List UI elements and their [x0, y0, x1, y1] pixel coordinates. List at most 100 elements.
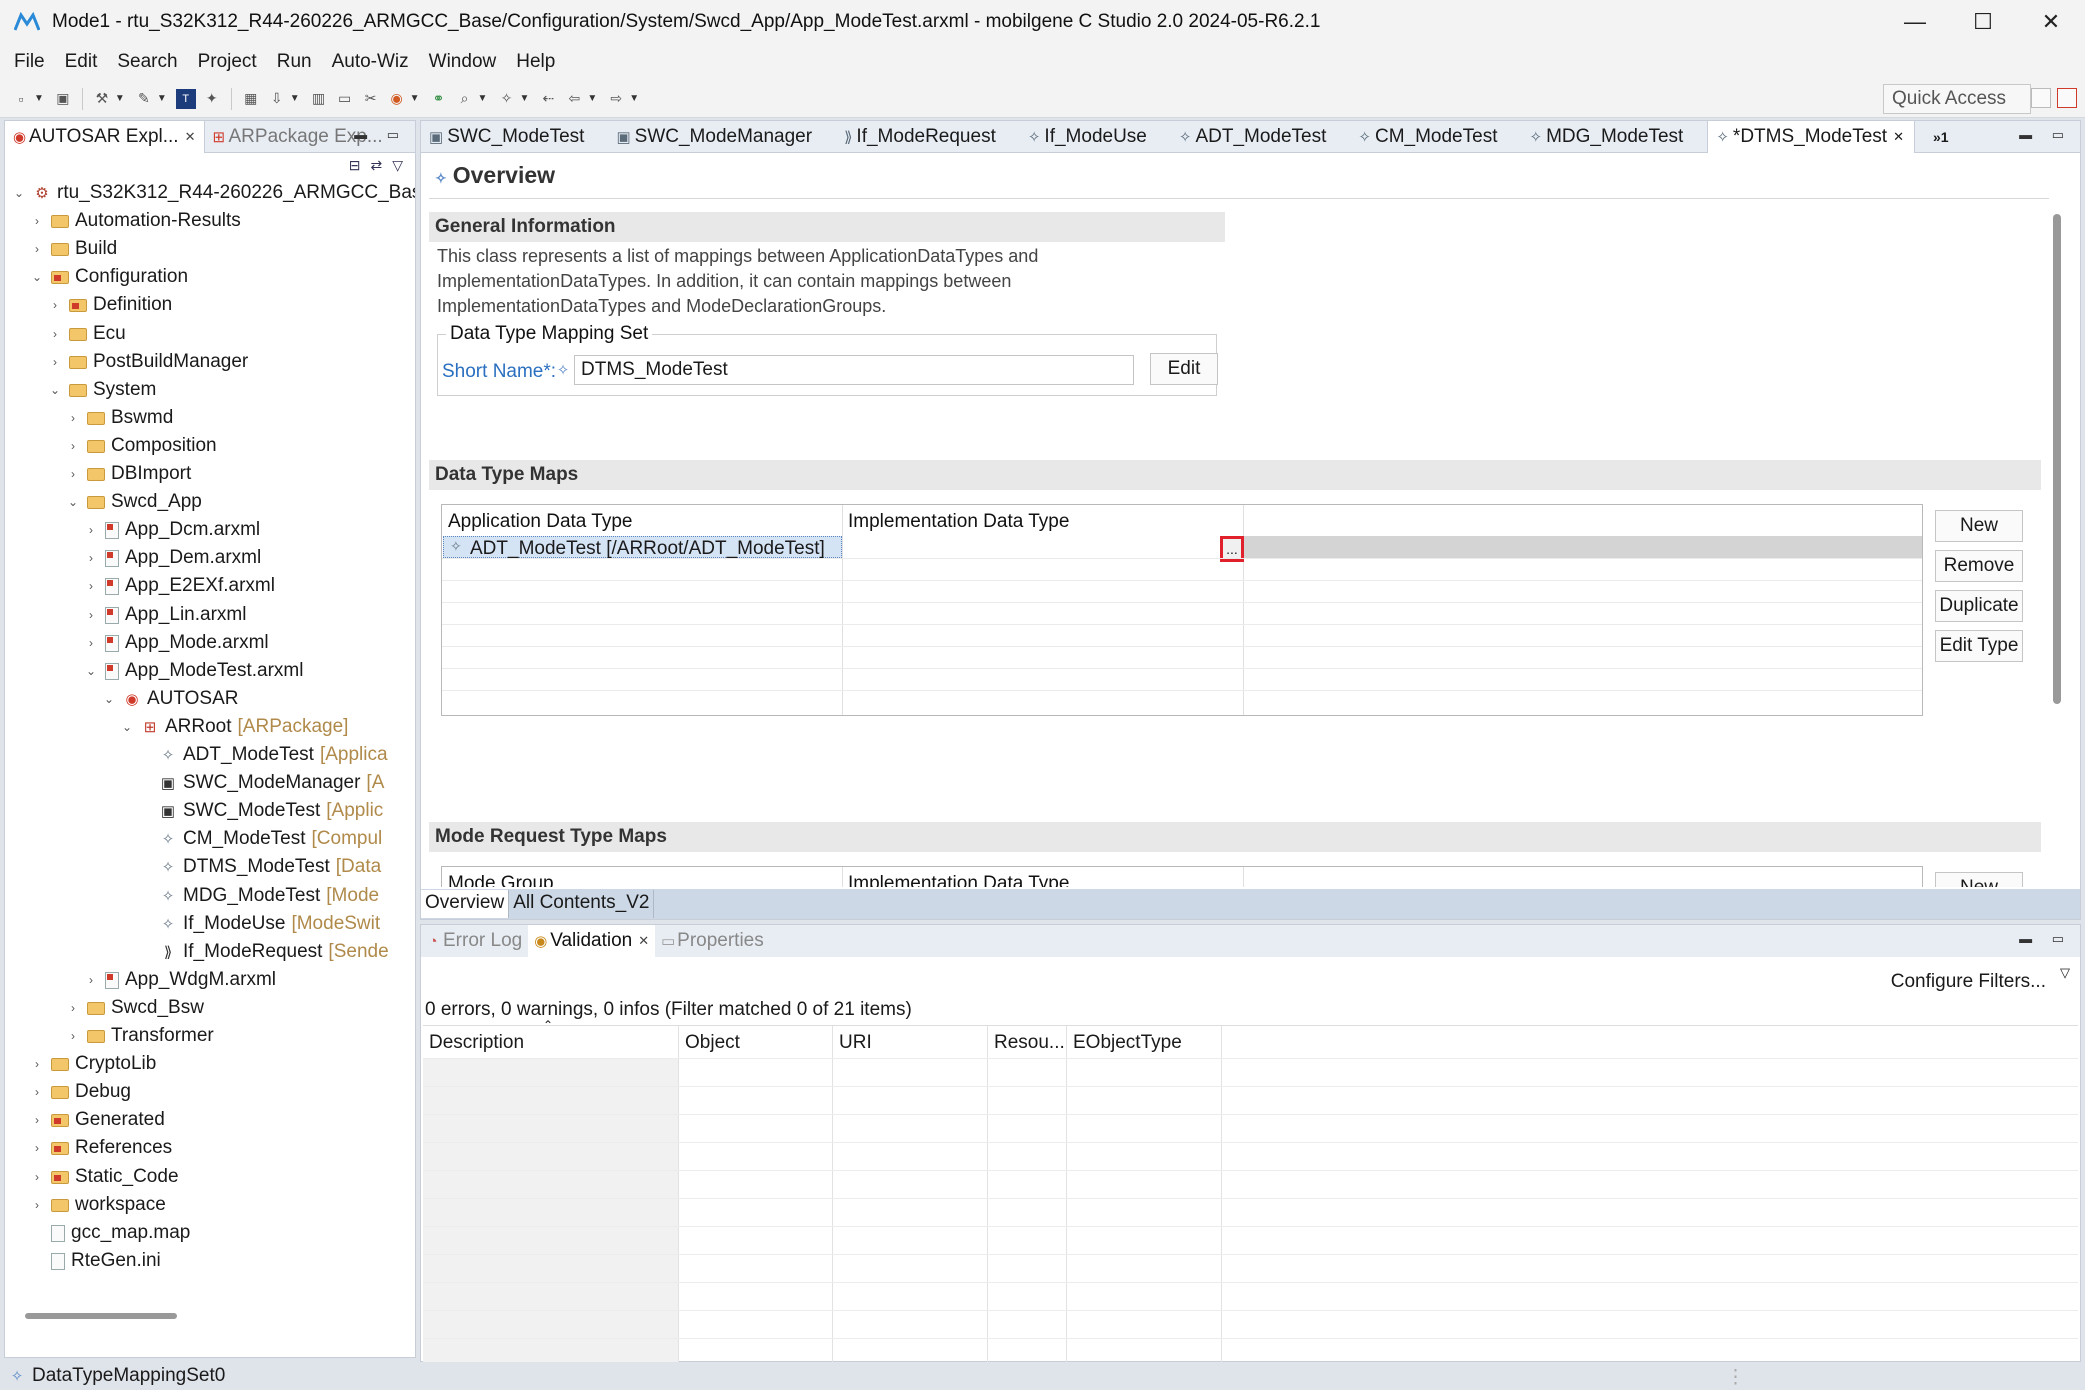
expand-toggle-icon[interactable]: ›	[65, 439, 81, 453]
tree-item[interactable]: › Transformer	[65, 1022, 214, 1050]
link-editor-icon[interactable]: ⇄	[370, 157, 382, 174]
menu-window[interactable]: Window	[421, 51, 505, 73]
tree-item[interactable]: › App_Dem.arxml	[83, 544, 261, 572]
annotation-icon[interactable]: ✧	[496, 89, 516, 109]
tree-item[interactable]: ✧ DTMS_ModeTest [Data	[137, 853, 382, 881]
column-uri[interactable]: URI	[833, 1026, 878, 1058]
editor-tab[interactable]: ⟫ If_ModeRequest	[836, 121, 1006, 153]
expand-toggle-icon[interactable]: ›	[29, 1113, 45, 1127]
expand-toggle-icon[interactable]: ›	[83, 973, 99, 987]
editor-tab[interactable]: ▣ SWC_ModeManager	[608, 121, 822, 153]
tree-item[interactable]: › Definition	[47, 291, 172, 319]
frame-icon[interactable]: ▭	[335, 89, 355, 109]
tree-item[interactable]: ✧ If_ModeUse [ModeSwit	[137, 910, 380, 938]
tree-item[interactable]: › App_Lin.arxml	[83, 601, 246, 629]
tree-item[interactable]: ▣ SWC_ModeTest [Applic	[137, 797, 383, 825]
editor-tab[interactable]: ✧ MDG_ModeTest	[1521, 121, 1693, 153]
tree-item[interactable]: ⌄ Configuration	[29, 263, 188, 291]
new-icon[interactable]: ▫	[11, 89, 31, 109]
expand-toggle-icon[interactable]: ›	[65, 467, 81, 481]
editor-tab[interactable]: ▣ SWC_ModeTest	[421, 121, 594, 153]
view-menu-icon[interactable]: ▽	[2060, 965, 2070, 981]
menu-auto-wiz[interactable]: Auto-Wiz	[324, 51, 417, 73]
tree-item[interactable]: ⌄ Swcd_App	[65, 488, 202, 516]
tree-item[interactable]: ⌄ System	[47, 376, 156, 404]
tree-item[interactable]: ✧ MDG_ModeTest [Mode	[137, 882, 379, 910]
menu-run[interactable]: Run	[269, 51, 320, 73]
menu-help[interactable]: Help	[508, 51, 563, 73]
pane-minimize-maximize-icons[interactable]: ▬ ▭	[354, 127, 407, 143]
tools-icon[interactable]: ✂	[361, 89, 381, 109]
tab-error-log[interactable]: ◔ Error Log	[421, 930, 528, 952]
expand-toggle-icon[interactable]: ⌄	[119, 720, 135, 734]
forward-dropdown-icon[interactable]: ▼	[629, 93, 639, 104]
editor-tab[interactable]: ✧ CM_ModeTest	[1350, 121, 1507, 153]
tree-item[interactable]: ✧ CM_ModeTest [Compul	[137, 825, 383, 853]
autosar-perspective-icon[interactable]	[2057, 88, 2077, 108]
menu-search[interactable]: Search	[109, 51, 185, 73]
menu-project[interactable]: Project	[190, 51, 265, 73]
quick-access-input[interactable]: Quick Access	[1883, 84, 2031, 114]
expand-toggle-icon[interactable]: ›	[29, 1141, 45, 1155]
tree-item[interactable]: ⟫ If_ModeRequest [Sende	[137, 938, 389, 966]
maximize-button[interactable]: ☐	[1949, 0, 2017, 44]
expand-toggle-icon[interactable]: ›	[83, 523, 99, 537]
terminal-icon[interactable]: T	[175, 88, 196, 109]
expand-toggle-icon[interactable]: ⌄	[47, 383, 63, 397]
expand-toggle-icon[interactable]: ›	[47, 298, 63, 312]
tree-item[interactable]: › CryptoLib	[29, 1050, 156, 1078]
view-menu-icon[interactable]: ▽	[392, 157, 403, 174]
collapse-all-icon[interactable]: ⊟	[349, 157, 361, 174]
expand-toggle-icon[interactable]: ›	[29, 242, 45, 256]
module-icon[interactable]: ▥	[309, 89, 329, 109]
expand-toggle-icon[interactable]: ⌄	[83, 664, 99, 678]
expand-toggle-icon[interactable]: ›	[47, 355, 63, 369]
horizontal-scrollbar[interactable]	[25, 1313, 177, 1319]
column-object[interactable]: Object	[679, 1026, 746, 1058]
editor-tab[interactable]: ✧ *DTMS_ModeTest ✕	[1707, 120, 1915, 153]
tab-overview[interactable]: Overview	[421, 890, 510, 918]
tab-validation[interactable]: ◉ Validation ✕	[528, 925, 656, 957]
search-file-icon[interactable]: ⌕	[455, 89, 475, 109]
close-icon[interactable]: ✕	[185, 129, 196, 145]
tree-item[interactable]: › App_Dcm.arxml	[83, 516, 260, 544]
expand-toggle-icon[interactable]: ›	[83, 579, 99, 593]
duplicate-button[interactable]: Duplicate	[1935, 590, 2023, 622]
import-dropdown-icon[interactable]: ▼	[290, 93, 300, 104]
open-perspective-icon[interactable]	[2031, 88, 2051, 108]
expand-toggle-icon[interactable]: ⌄	[29, 270, 45, 284]
column-implementation-data-type[interactable]: Implementation Data Type	[842, 505, 1075, 535]
search-dropdown-icon[interactable]: ▼	[478, 93, 488, 104]
tree-item[interactable]: › Build	[29, 235, 117, 263]
table-row-application-cell[interactable]: ADT_ModeTest [/ARRoot/ADT_ModeTest] ✧	[443, 536, 842, 559]
expand-toggle-icon[interactable]: ›	[29, 1085, 45, 1099]
short-name-field[interactable]: DTMS_ModeTest	[574, 355, 1134, 385]
tab-all-contents-v2[interactable]: All Contents_V2	[509, 890, 655, 918]
expand-toggle-icon[interactable]: ›	[29, 1057, 45, 1071]
expand-toggle-icon[interactable]: ⌄	[101, 692, 117, 706]
expand-toggle-icon[interactable]: ›	[29, 1198, 45, 1212]
gauge-dropdown-icon[interactable]: ▼	[410, 93, 420, 104]
data-type-maps-table[interactable]: Application Data Type Implementation Dat…	[441, 504, 1923, 716]
column-application-data-type[interactable]: Application Data Type	[442, 505, 639, 535]
column-mode-group[interactable]: Mode Group	[442, 867, 560, 887]
link-icon[interactable]: ⚭	[429, 89, 449, 109]
column-resource[interactable]: Resou...	[988, 1026, 1071, 1058]
tree-item[interactable]: › App_Mode.arxml	[83, 629, 269, 657]
tree-item[interactable]: › App_WdgM.arxml	[83, 966, 276, 994]
expand-toggle-icon[interactable]: ⌄	[11, 186, 27, 200]
expand-toggle-icon[interactable]: ›	[83, 608, 99, 622]
tree-item[interactable]: › References	[29, 1134, 172, 1162]
edit-type-button[interactable]: Edit Type	[1935, 630, 2023, 662]
tree-item[interactable]: ▣ SWC_ModeManager [A	[137, 769, 384, 797]
tree-item[interactable]: ✧ ADT_ModeTest [Applica	[137, 741, 388, 769]
close-icon[interactable]: ✕	[638, 933, 649, 949]
editor-tab[interactable]: ✧ ADT_ModeTest	[1171, 121, 1337, 153]
expand-toggle-icon[interactable]: ›	[83, 551, 99, 565]
annotation-dropdown-icon[interactable]: ▼	[519, 93, 529, 104]
minimize-button[interactable]: —	[1881, 0, 1949, 44]
tree-item[interactable]: RteGen.ini	[29, 1247, 161, 1275]
forward-icon[interactable]: ⇨	[606, 89, 626, 109]
wizard-icon[interactable]: ✎	[134, 89, 154, 109]
tree-item[interactable]: › PostBuildManager	[47, 348, 248, 376]
